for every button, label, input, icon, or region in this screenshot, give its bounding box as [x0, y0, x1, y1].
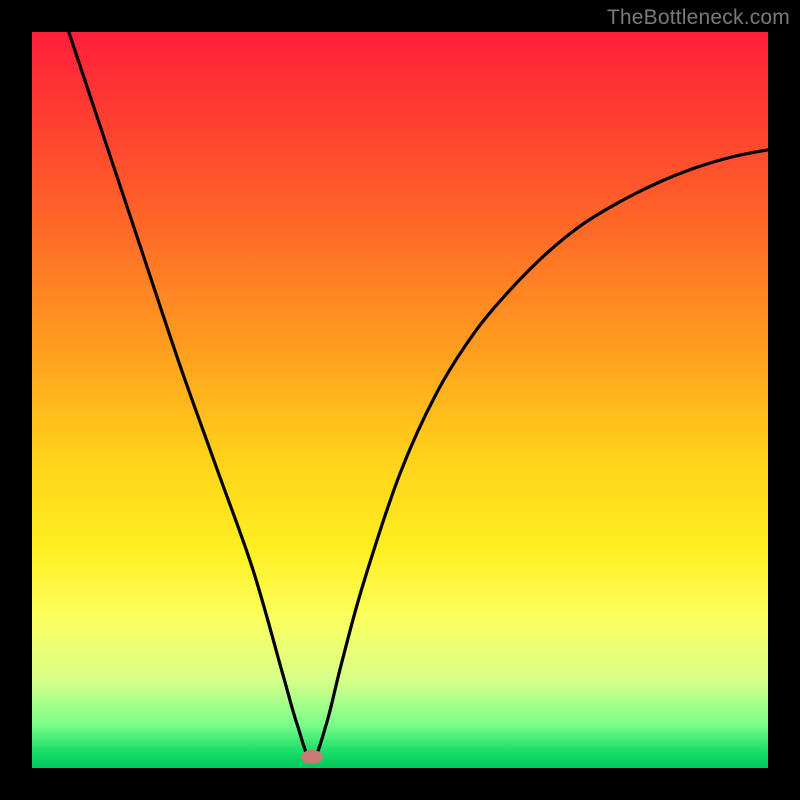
watermark-text: TheBottleneck.com — [607, 6, 790, 30]
curve-svg — [32, 32, 768, 768]
optimum-marker — [301, 750, 323, 764]
chart-frame: TheBottleneck.com — [0, 0, 800, 800]
bottleneck-curve — [69, 32, 768, 761]
plot-area — [32, 32, 768, 768]
